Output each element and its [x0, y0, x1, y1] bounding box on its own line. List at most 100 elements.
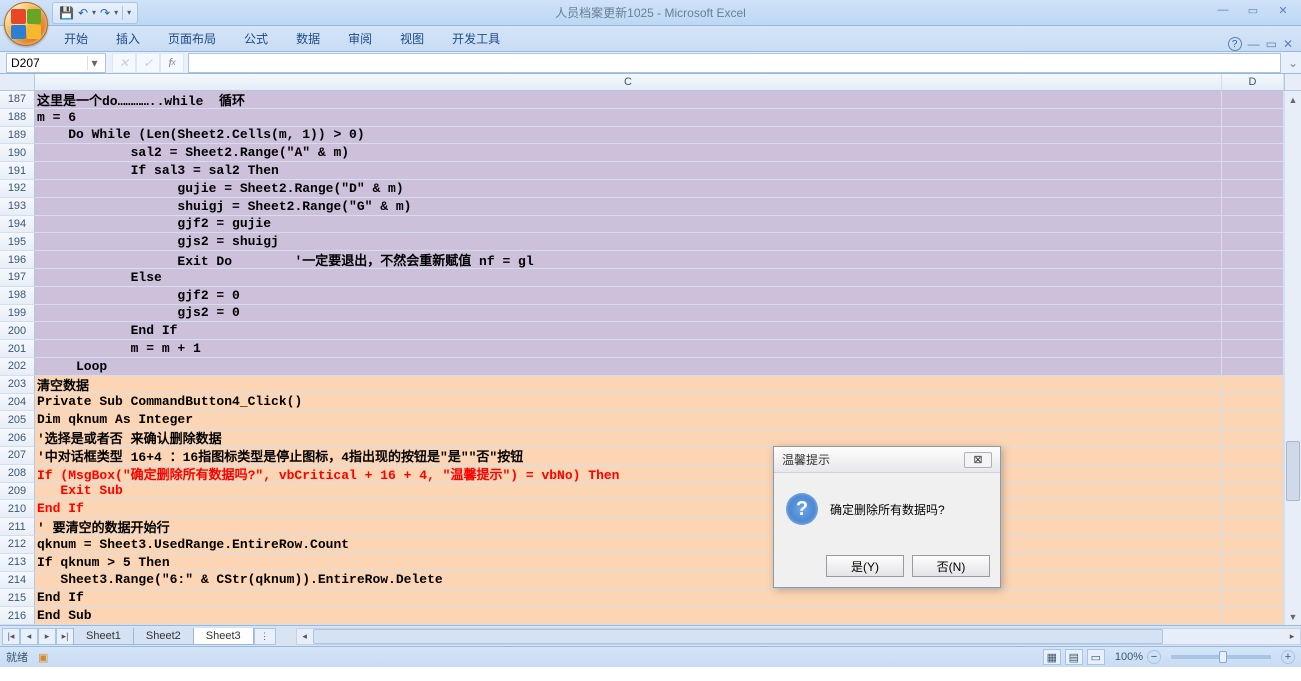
cell[interactable] [1222, 607, 1284, 624]
doc-minimize-icon[interactable]: — [1248, 37, 1260, 51]
fx-button[interactable]: fx [160, 53, 184, 73]
cell[interactable]: sal2 = Sheet2.Range("A" & m) [35, 144, 1222, 161]
cell[interactable]: gjs2 = 0 [35, 305, 1222, 322]
row-header[interactable]: 214 [0, 572, 35, 590]
maximize-button[interactable]: ▭ [1239, 2, 1267, 18]
cell[interactable]: Private Sub CommandButton4_Click() [35, 394, 1222, 411]
cell[interactable]: If qknum > 5 Then [35, 554, 1222, 571]
formula-input[interactable] [188, 53, 1281, 73]
cell[interactable]: gujie = Sheet2.Range("D" & m) [35, 180, 1222, 197]
office-button[interactable] [4, 2, 48, 46]
cell[interactable]: 这里是一个do…………..while 循环 [35, 91, 1222, 108]
ribbon-tab-0[interactable]: 开始 [50, 26, 102, 51]
cell[interactable]: Do While (Len(Sheet2.Cells(m, 1)) > 0) [35, 127, 1222, 144]
undo-icon[interactable]: ↶ [78, 6, 88, 20]
cell[interactable] [1222, 465, 1284, 482]
cell[interactable]: gjs2 = shuigj [35, 233, 1222, 250]
redo-icon[interactable]: ↷ [100, 6, 110, 20]
row-header[interactable]: 199 [0, 305, 35, 323]
cell[interactable] [1222, 127, 1284, 144]
row-header[interactable]: 216 [0, 607, 35, 625]
row-header[interactable]: 210 [0, 500, 35, 518]
cell[interactable]: 清空数据 [35, 376, 1222, 393]
cell[interactable]: Exit Sub [35, 483, 1222, 500]
cell[interactable] [1222, 251, 1284, 268]
cell[interactable]: Sheet3.Range("6:" & CStr(qknum)).EntireR… [35, 572, 1222, 589]
view-pagebreak-button[interactable]: ▭ [1087, 649, 1105, 665]
zoom-slider[interactable] [1171, 655, 1271, 659]
dropdown-icon[interactable]: ▾ [92, 8, 96, 17]
cell[interactable] [1222, 483, 1284, 500]
sheet-tab-sheet3[interactable]: Sheet3 [193, 628, 254, 645]
sheet-tab-sheet1[interactable]: Sheet1 [73, 628, 134, 645]
cell[interactable]: End If [35, 500, 1222, 517]
cell[interactable] [1222, 269, 1284, 286]
cell[interactable]: Exit Do '一定要退出，不然会重新赋值 nf = gl [35, 251, 1222, 268]
scroll-down-icon[interactable]: ▼ [1285, 608, 1301, 625]
scroll-up-icon[interactable]: ▲ [1285, 91, 1301, 108]
ribbon-tab-6[interactable]: 视图 [386, 26, 438, 51]
row-header[interactable]: 187 [0, 91, 35, 109]
name-box[interactable]: D207 ▾ [6, 53, 106, 73]
cell[interactable] [1222, 376, 1284, 393]
row-header[interactable]: 194 [0, 216, 35, 234]
cell[interactable] [1222, 572, 1284, 589]
cell[interactable]: End If [35, 589, 1222, 606]
cell[interactable] [1222, 233, 1284, 250]
doc-restore-icon[interactable]: ▭ [1266, 37, 1277, 51]
cell[interactable] [1222, 340, 1284, 357]
row-header[interactable]: 198 [0, 287, 35, 305]
row-header[interactable]: 205 [0, 411, 35, 429]
zoom-handle[interactable] [1219, 651, 1227, 663]
cell[interactable] [1222, 180, 1284, 197]
row-header[interactable]: 209 [0, 483, 35, 501]
cell[interactable]: End If [35, 322, 1222, 339]
zoom-level[interactable]: 100% [1115, 651, 1143, 663]
ribbon-tab-7[interactable]: 开发工具 [438, 26, 514, 51]
sheet-nav-next[interactable]: ▸ [38, 628, 56, 645]
ribbon-tab-5[interactable]: 审阅 [334, 26, 386, 51]
column-header-c[interactable]: C [35, 74, 1222, 90]
column-header-d[interactable]: D [1222, 74, 1284, 90]
cell[interactable] [1222, 447, 1284, 464]
cell[interactable]: gjf2 = 0 [35, 287, 1222, 304]
hscroll-thumb[interactable] [313, 629, 1163, 644]
cell[interactable] [1222, 536, 1284, 553]
row-header[interactable]: 203 [0, 376, 35, 394]
cell[interactable]: shuigj = Sheet2.Range("G" & m) [35, 198, 1222, 215]
row-header[interactable]: 196 [0, 251, 35, 269]
cell[interactable] [1222, 109, 1284, 126]
cell[interactable]: '选择是或者否 来确认删除数据 [35, 429, 1222, 446]
zoom-in-icon[interactable]: + [1281, 650, 1295, 664]
save-icon[interactable]: 💾 [59, 6, 74, 20]
sheet-tab-sheet2[interactable]: Sheet2 [133, 628, 194, 645]
cell[interactable]: m = m + 1 [35, 340, 1222, 357]
view-normal-button[interactable]: ▦ [1043, 649, 1061, 665]
cell[interactable] [1222, 554, 1284, 571]
cell[interactable]: End Sub [35, 607, 1222, 624]
scroll-left-icon[interactable]: ◂ [297, 629, 313, 644]
macro-record-icon[interactable]: ▣ [38, 651, 48, 664]
scroll-right-icon[interactable]: ▸ [1284, 629, 1300, 644]
horizontal-scrollbar[interactable]: ◂ ▸ [296, 628, 1301, 645]
ribbon-tab-4[interactable]: 数据 [282, 26, 334, 51]
row-header[interactable]: 202 [0, 358, 35, 376]
cell[interactable]: If sal3 = sal2 Then [35, 162, 1222, 179]
cell[interactable] [1222, 198, 1284, 215]
cell[interactable] [1222, 305, 1284, 322]
cell[interactable] [1222, 518, 1284, 535]
dropdown-icon[interactable]: ▾ [114, 8, 118, 17]
expand-formula-icon[interactable]: ⌄ [1285, 56, 1301, 70]
row-header[interactable]: 191 [0, 162, 35, 180]
cell[interactable] [1222, 411, 1284, 428]
row-header[interactable]: 195 [0, 233, 35, 251]
row-header[interactable]: 206 [0, 429, 35, 447]
row-header[interactable]: 197 [0, 269, 35, 287]
row-header[interactable]: 204 [0, 394, 35, 412]
row-header[interactable]: 190 [0, 144, 35, 162]
select-all-cell[interactable] [0, 74, 35, 90]
row-header[interactable]: 212 [0, 536, 35, 554]
scroll-thumb[interactable] [1286, 441, 1300, 501]
row-header[interactable]: 188 [0, 109, 35, 127]
row-header[interactable]: 215 [0, 589, 35, 607]
